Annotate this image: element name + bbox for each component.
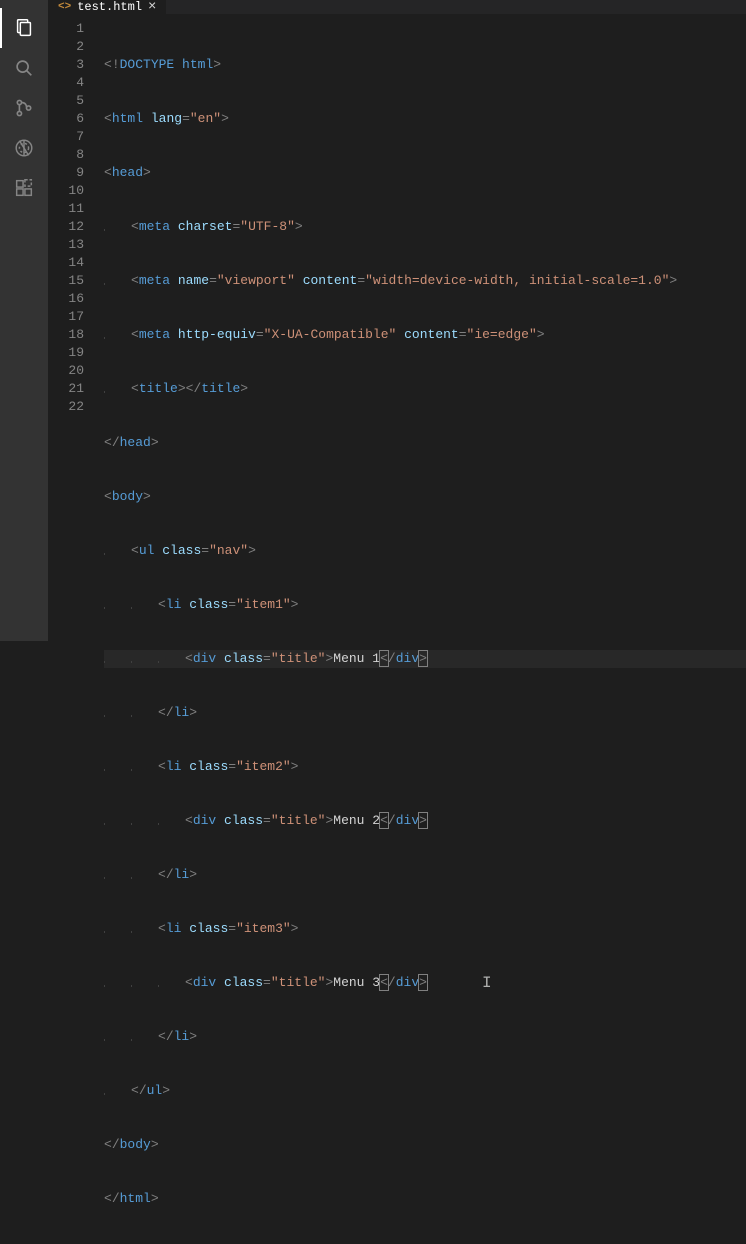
code-line[interactable]: <li class="item2"> xyxy=(104,758,746,776)
code-line[interactable]: </li> xyxy=(104,1028,746,1046)
code-line[interactable]: </li> xyxy=(104,866,746,884)
search-icon[interactable] xyxy=(0,48,48,88)
line-number: 6 xyxy=(48,110,84,128)
explorer-icon[interactable] xyxy=(0,8,48,48)
close-icon[interactable]: × xyxy=(148,0,156,14)
code-line[interactable]: </body> xyxy=(104,1136,746,1154)
code-line[interactable]: </li> xyxy=(104,704,746,722)
line-number: 1 xyxy=(48,20,84,38)
activity-bar xyxy=(0,0,48,641)
line-number: 12 xyxy=(48,218,84,236)
line-number: 18 xyxy=(48,326,84,344)
line-number: 17 xyxy=(48,308,84,326)
code-line[interactable]: </head> xyxy=(104,434,746,452)
code-content[interactable]: <!DOCTYPE html> <html lang="en"> <head> … xyxy=(104,14,746,1244)
code-line[interactable]: <meta name="viewport" content="width=dev… xyxy=(104,272,746,290)
html-file-icon: <> xyxy=(58,1,71,13)
code-line[interactable]: <body> xyxy=(104,488,746,506)
line-number: 4 xyxy=(48,74,84,92)
code-line[interactable]: <title></title> xyxy=(104,380,746,398)
line-number: 19 xyxy=(48,344,84,362)
line-number: 22 xyxy=(48,398,84,416)
code-line[interactable]: <div class="title">Menu 1</div> xyxy=(104,650,746,668)
line-number: 16 xyxy=(48,290,84,308)
line-number: 8 xyxy=(48,146,84,164)
line-number-gutter: 1 2 3 4 5 6 7 8 9 10 11 12 13 14 15 16 1… xyxy=(48,14,104,1244)
tab-test-html[interactable]: <> test.html × xyxy=(48,0,166,14)
line-number: 21 xyxy=(48,380,84,398)
line-number: 11 xyxy=(48,200,84,218)
tab-bar: <> test.html × xyxy=(48,0,746,14)
code-editor[interactable]: 1 2 3 4 5 6 7 8 9 10 11 12 13 14 15 16 1… xyxy=(48,14,746,1244)
code-line[interactable]: <head> xyxy=(104,164,746,182)
editor-group: <> test.html × 1 2 3 4 5 6 7 8 9 10 11 1… xyxy=(48,0,746,641)
code-line[interactable]: </html> xyxy=(104,1190,746,1208)
code-line[interactable]: <html lang="en"> xyxy=(104,110,746,128)
debug-icon[interactable] xyxy=(0,128,48,168)
line-number: 7 xyxy=(48,128,84,146)
source-control-icon[interactable] xyxy=(0,88,48,128)
extensions-icon[interactable] xyxy=(0,168,48,208)
code-line[interactable]: <meta http-equiv="X-UA-Compatible" conte… xyxy=(104,326,746,344)
line-number: 5 xyxy=(48,92,84,110)
code-line[interactable]: <div class="title">Menu 3</div>I xyxy=(104,974,746,992)
line-number: 13 xyxy=(48,236,84,254)
tab-filename: test.html xyxy=(77,0,142,14)
code-line[interactable]: <li class="item3"> xyxy=(104,920,746,938)
code-line[interactable]: <div class="title">Menu 2</div> xyxy=(104,812,746,830)
code-line[interactable]: <meta charset="UTF-8"> xyxy=(104,218,746,236)
line-number: 10 xyxy=(48,182,84,200)
line-number: 9 xyxy=(48,164,84,182)
code-line[interactable]: </ul> xyxy=(104,1082,746,1100)
line-number: 14 xyxy=(48,254,84,272)
code-line[interactable]: <!DOCTYPE html> xyxy=(104,56,746,74)
code-line[interactable]: <ul class="nav"> xyxy=(104,542,746,560)
text-cursor-icon: I xyxy=(482,974,492,992)
line-number: 20 xyxy=(48,362,84,380)
code-line[interactable]: <li class="item1"> xyxy=(104,596,746,614)
line-number: 15 xyxy=(48,272,84,290)
line-number: 3 xyxy=(48,56,84,74)
line-number: 2 xyxy=(48,38,84,56)
